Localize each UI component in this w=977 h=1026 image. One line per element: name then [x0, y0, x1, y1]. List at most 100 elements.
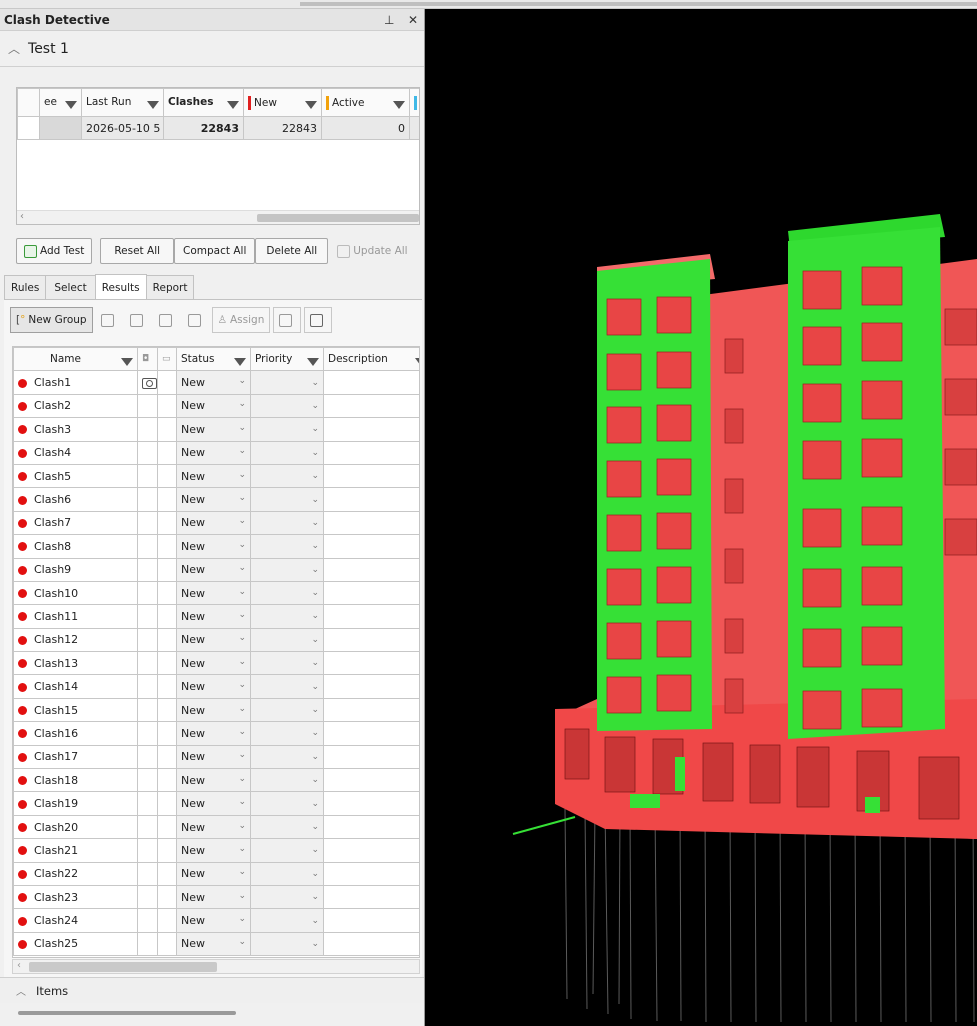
clash-row[interactable]: Clash22 New ⌄ ⌄	[13, 861, 419, 886]
chevron-down-icon[interactable]: ⌄	[311, 541, 319, 551]
chevron-down-icon[interactable]: ⌄	[311, 401, 319, 411]
viewpoint-cell[interactable]	[137, 440, 158, 465]
scroll-thumb[interactable]	[257, 214, 419, 222]
viewpoint-cell[interactable]	[137, 580, 158, 606]
chevron-down-icon[interactable]: ⌄	[311, 448, 319, 458]
filter-icon[interactable]	[227, 101, 239, 109]
description-cell[interactable]	[323, 791, 419, 816]
filter-icon[interactable]	[121, 357, 133, 366]
priority-select[interactable]: ⌄	[250, 487, 324, 512]
viewpoint-cell[interactable]	[137, 393, 158, 419]
camera-icon[interactable]	[142, 377, 157, 389]
description-cell[interactable]	[323, 580, 419, 606]
clash-row[interactable]: Clash25 New ⌄ ⌄	[13, 931, 419, 957]
comment-cell[interactable]	[157, 510, 177, 536]
chevron-down-icon[interactable]: ⌄	[238, 844, 246, 854]
filter-icon[interactable]	[305, 100, 317, 109]
chevron-down-icon[interactable]: ⌄	[311, 378, 319, 388]
comment-cell[interactable]	[157, 534, 177, 559]
status-select[interactable]: New ⌄	[176, 440, 251, 465]
status-select[interactable]: New ⌄	[176, 487, 251, 512]
clash-row[interactable]: Clash8 New ⌄ ⌄	[13, 534, 419, 559]
scroll-thumb[interactable]	[29, 962, 217, 972]
chevron-down-icon[interactable]: ⌄	[238, 376, 246, 386]
status-select[interactable]: New ⌄	[176, 651, 251, 676]
status-select[interactable]: New ⌄	[176, 884, 251, 910]
clash-row[interactable]: Clash11 New ⌄ ⌄	[13, 604, 419, 629]
comment-cell[interactable]	[157, 487, 177, 512]
explode-group-icon[interactable]	[183, 307, 209, 333]
description-cell[interactable]	[323, 768, 419, 793]
description-cell[interactable]	[323, 674, 419, 699]
header-status[interactable]: Status	[176, 347, 251, 372]
tab-select[interactable]: Select	[45, 275, 96, 300]
chevron-down-icon[interactable]: ⌄	[311, 799, 319, 809]
description-cell[interactable]	[323, 697, 419, 723]
chevron-down-icon[interactable]: ⌄	[238, 423, 246, 433]
filter-icon[interactable]	[393, 100, 405, 109]
description-cell[interactable]	[323, 931, 419, 957]
chevron-down-icon[interactable]: ⌄	[238, 563, 246, 573]
status-select[interactable]: New ⌄	[176, 791, 251, 816]
priority-select[interactable]: ⌄	[250, 627, 324, 653]
status-select[interactable]: New ⌄	[176, 534, 251, 559]
bottom-scrollbar[interactable]	[18, 1011, 236, 1015]
filter-icon[interactable]	[234, 357, 246, 366]
viewpoint-cell[interactable]	[137, 744, 158, 770]
description-cell[interactable]	[323, 604, 419, 629]
status-select[interactable]: New ⌄	[176, 838, 251, 863]
assign-button[interactable]: ♙ Assign	[211, 307, 271, 333]
viewpoint-cell[interactable]	[137, 791, 158, 816]
chevron-down-icon[interactable]: ⌄	[311, 822, 319, 832]
clash-row[interactable]: Clash18 New ⌄ ⌄	[13, 768, 419, 793]
chevron-down-icon[interactable]: ⌄	[311, 775, 319, 785]
add-comment-icon[interactable]	[304, 307, 333, 333]
status-select[interactable]: New ⌄	[176, 510, 251, 536]
status-select[interactable]: New ⌄	[176, 463, 251, 489]
chevron-down-icon[interactable]: ⌄	[311, 752, 319, 762]
priority-select[interactable]: ⌄	[250, 791, 324, 816]
description-cell[interactable]	[323, 838, 419, 863]
status-select[interactable]: New ⌄	[176, 557, 251, 582]
comment-cell[interactable]	[157, 721, 177, 746]
clash-row[interactable]: Clash3 New ⌄ ⌄	[13, 417, 419, 442]
filter-icon[interactable]	[307, 357, 319, 366]
chevron-down-icon[interactable]: ⌄	[238, 704, 246, 714]
clash-row[interactable]: Clash10 New ⌄ ⌄	[13, 580, 419, 606]
status-select[interactable]: New ⌄	[176, 697, 251, 723]
status-select[interactable]: New ⌄	[176, 604, 251, 629]
priority-select[interactable]: ⌄	[250, 768, 324, 793]
chevron-down-icon[interactable]: ⌄	[311, 705, 319, 715]
chevron-down-icon[interactable]: ⌄	[311, 635, 319, 645]
priority-select[interactable]: ⌄	[250, 931, 324, 957]
priority-select[interactable]: ⌄	[250, 417, 324, 442]
clash-row[interactable]: Clash9 New ⌄ ⌄	[13, 557, 419, 582]
clash-row[interactable]: Clash15 New ⌄ ⌄	[13, 697, 419, 723]
update-all-button[interactable]: Update All	[332, 238, 412, 264]
comment-cell[interactable]	[157, 861, 177, 886]
chevron-down-icon[interactable]: ⌄	[311, 588, 319, 598]
chevron-down-icon[interactable]: ⌄	[238, 587, 246, 597]
tests-header-active[interactable]: Active	[321, 88, 410, 117]
chevron-up-icon[interactable]: ︿	[16, 983, 26, 998]
description-cell[interactable]	[323, 721, 419, 746]
clash-row[interactable]: Clash14 New ⌄ ⌄	[13, 674, 419, 699]
viewpoint-cell[interactable]	[137, 884, 158, 910]
chevron-down-icon[interactable]: ⌄	[238, 680, 246, 690]
chevron-down-icon[interactable]: ⌄	[238, 493, 246, 503]
comment-cell[interactable]	[157, 768, 177, 793]
new-group-button[interactable]: [° New Group	[10, 307, 93, 333]
priority-select[interactable]: ⌄	[250, 721, 324, 746]
priority-select[interactable]: ⌄	[250, 861, 324, 886]
clash-row[interactable]: Clash17 New ⌄ ⌄	[13, 744, 419, 770]
description-cell[interactable]	[323, 908, 419, 933]
chevron-down-icon[interactable]: ⌄	[238, 821, 246, 831]
description-cell[interactable]	[323, 557, 419, 582]
chevron-down-icon[interactable]: ⌄	[238, 540, 246, 550]
chevron-down-icon[interactable]: ⌄	[311, 611, 319, 621]
unassign-icon[interactable]	[273, 307, 302, 333]
scroll-left-icon[interactable]: ‹	[17, 960, 21, 971]
priority-select[interactable]: ⌄	[250, 557, 324, 582]
comment-cell[interactable]	[157, 814, 177, 840]
chevron-down-icon[interactable]: ⌄	[238, 914, 246, 924]
